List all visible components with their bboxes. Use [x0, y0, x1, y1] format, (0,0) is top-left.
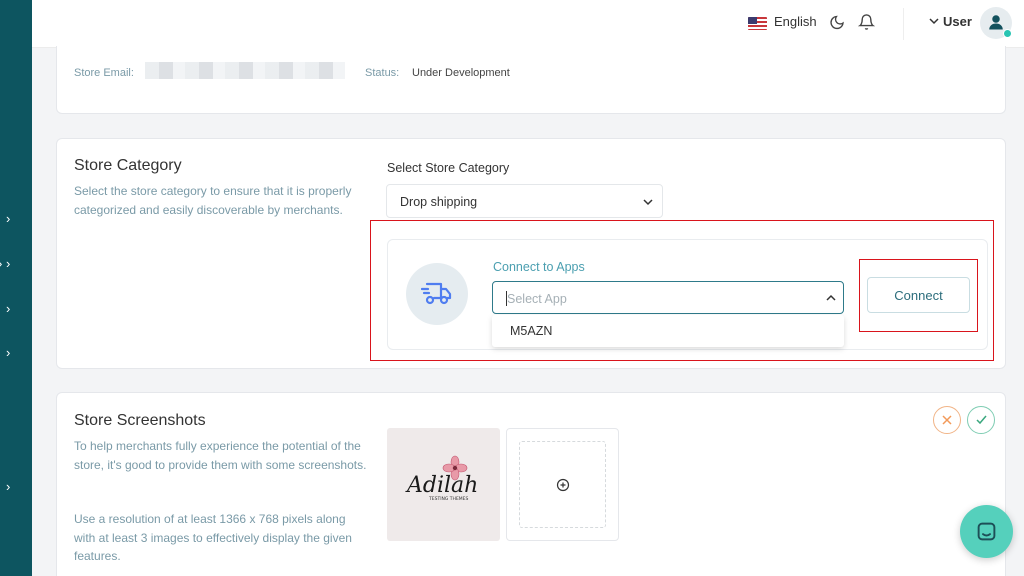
sidebar: › › › › › ›: [0, 0, 32, 576]
logo-text: Adilah: [405, 473, 478, 498]
store-screenshots-card: Store Screenshots To help merchants full…: [56, 392, 1006, 576]
bell-icon[interactable]: [858, 13, 875, 31]
sidebar-chevron-right-icon[interactable]: › ›: [0, 257, 10, 271]
store-info-card: Store Email: Status: Under Development: [56, 46, 1006, 114]
add-screenshot-tile[interactable]: [506, 428, 619, 541]
select-category-label: Select Store Category: [387, 161, 510, 175]
store-screenshots-resolution-note: Use a resolution of at least 1366 x 768 …: [74, 512, 352, 563]
connect-button-highlight: [859, 259, 978, 332]
online-status-dot: [1003, 29, 1012, 38]
chat-icon: [977, 522, 996, 541]
chevron-down-icon[interactable]: [929, 16, 939, 26]
store-email-value-redacted: [145, 62, 345, 79]
sidebar-chevron-right-icon[interactable]: ›: [6, 212, 10, 226]
store-category-title: Store Category: [74, 157, 182, 174]
us-flag-icon[interactable]: [748, 17, 767, 30]
status-value: Under Development: [412, 67, 510, 79]
store-category-value: Drop shipping: [400, 195, 478, 209]
avatar[interactable]: [980, 7, 1012, 39]
plus-circle-icon: [556, 478, 570, 492]
user-menu[interactable]: User: [943, 14, 972, 29]
logo-subtext: TESTING THEMES: [428, 496, 469, 502]
status-label: Status:: [365, 67, 400, 79]
store-screenshots-title: Store Screenshots: [74, 412, 206, 429]
chevron-down-icon: [643, 199, 653, 206]
user-avatar-icon: [989, 15, 1003, 30]
store-email-label: Store Email:: [74, 67, 134, 79]
chat-button[interactable]: [960, 505, 1013, 558]
store-category-description: Select the store category to ensure that…: [74, 184, 352, 217]
sidebar-chevron-right-icon[interactable]: ›: [6, 480, 10, 494]
close-icon: [942, 415, 952, 425]
confirm-button[interactable]: [967, 406, 995, 434]
sidebar-chevron-right-icon[interactable]: ›: [6, 302, 10, 316]
top-bar: English User: [32, 0, 1024, 48]
screenshot-thumbnail[interactable]: Adilah TESTING THEMES: [387, 428, 500, 541]
moon-icon[interactable]: [829, 14, 845, 31]
sidebar-chevron-right-icon[interactable]: ›: [6, 346, 10, 360]
store-screenshots-description: To help merchants fully experience the p…: [74, 439, 367, 472]
language-selector[interactable]: English: [774, 14, 817, 29]
store-category-select[interactable]: Drop shipping: [386, 184, 663, 218]
check-icon: [976, 415, 987, 425]
header-divider: [903, 8, 904, 40]
cancel-button[interactable]: [933, 406, 961, 434]
adilah-logo: Adilah TESTING THEMES: [405, 455, 478, 502]
